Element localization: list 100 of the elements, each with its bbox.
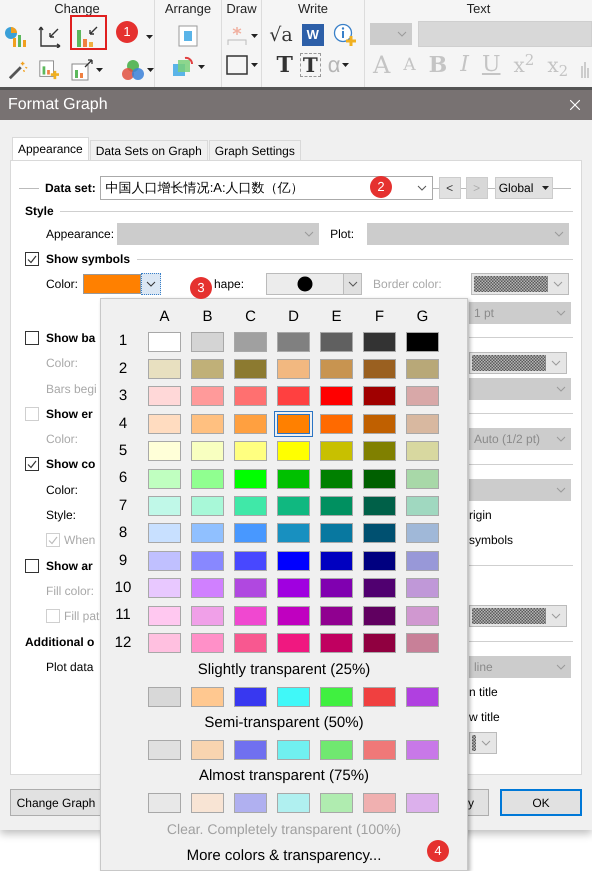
color-swatch[interactable] [406,606,439,626]
color-swatch[interactable] [277,441,310,462]
color-swatch[interactable] [148,468,181,489]
color-swatch[interactable] [320,468,353,489]
color-swatch[interactable] [191,359,224,380]
color-swatch[interactable] [320,414,353,434]
color-swatch[interactable] [406,740,439,760]
color-swatch[interactable] [148,332,181,352]
checkbox[interactable] [25,252,39,266]
color-swatch[interactable] [406,414,439,434]
axes-arrow-icon[interactable] [38,26,62,48]
color-swatch[interactable] [406,332,439,352]
shape-dropdown[interactable] [266,273,362,295]
color-swatch[interactable] [363,359,396,380]
tab[interactable]: Data Sets on Graph [90,140,208,160]
magic-wand-icon[interactable] [8,59,28,81]
color-dropdown[interactable] [469,605,567,628]
color-swatch[interactable] [320,332,353,352]
color-swatch[interactable] [191,606,224,626]
color-swatch[interactable] [363,496,396,516]
color-swatch[interactable] [191,332,224,352]
color-swatch[interactable] [277,386,310,406]
color-swatch[interactable] [406,792,439,813]
color-swatch[interactable] [234,386,267,406]
color-swatch[interactable] [320,441,353,462]
color-swatch[interactable] [363,386,396,406]
color-swatch[interactable] [406,468,439,489]
tab[interactable]: Graph Settings [208,140,301,160]
bar-chart-icon[interactable] [74,24,100,50]
color-swatch[interactable] [320,606,353,626]
color-swatch[interactable] [148,496,181,516]
color-swatch[interactable] [277,792,310,813]
color-swatch[interactable] [320,792,353,813]
checkbox[interactable] [25,558,39,573]
color-swatch[interactable] [191,550,224,571]
color-swatch[interactable] [277,496,310,516]
color-swatch[interactable] [277,468,310,489]
color-swatch[interactable] [234,523,267,544]
word-button[interactable]: W [302,24,324,46]
chart-resize-icon[interactable] [70,58,94,82]
color-swatch[interactable] [320,550,353,571]
color-swatch[interactable] [406,386,439,406]
color-swatch[interactable] [320,632,353,653]
color-swatch[interactable] [148,686,181,707]
color-swatch[interactable] [234,632,267,653]
color-swatch[interactable] [363,578,396,598]
color-swatch[interactable] [363,632,396,653]
color-swatch[interactable] [234,578,267,598]
color-swatch[interactable] [191,632,224,653]
previous-button[interactable]: < [438,177,461,199]
color-dropdown[interactable] [469,352,567,374]
color-swatch[interactable] [148,386,181,406]
color-swatch[interactable] [234,359,267,380]
color-swatch[interactable] [191,468,224,489]
color-swatch[interactable] [191,414,224,434]
dialog-button[interactable]: OK [500,789,582,816]
color-swatch[interactable] [234,468,267,489]
color-dropdown[interactable] [83,273,161,295]
color-swatch[interactable] [277,332,310,352]
color-swatch[interactable] [148,550,181,571]
more-colors-option[interactable]: More colors & transparency... [186,845,382,868]
color-swatch[interactable] [191,578,224,598]
color-swatch[interactable] [234,496,267,516]
color-swatch[interactable] [277,686,310,707]
color-swatch[interactable] [363,332,396,352]
color-swatch[interactable] [363,792,396,813]
color-swatch[interactable] [406,441,439,462]
text-box-button[interactable]: T [300,53,321,77]
color-swatch[interactable] [191,441,224,462]
color-swatch[interactable] [148,578,181,598]
color-swatch[interactable] [277,523,310,544]
color-swatch[interactable] [191,792,224,813]
color-swatch[interactable] [363,740,396,760]
info-icon[interactable] [332,23,357,47]
rectangle-icon[interactable] [226,55,248,75]
dialog-button[interactable]: Change Graph [10,789,102,816]
color-swatch[interactable] [363,468,396,489]
color-swatch[interactable] [148,792,181,813]
color-swatch[interactable] [234,792,267,813]
color-swatch[interactable] [277,606,310,626]
color-swatch[interactable] [277,550,310,571]
color-swatch[interactable] [277,359,310,380]
chart-add-icon[interactable] [38,58,60,82]
text-button[interactable]: T [276,52,293,78]
color-swatch[interactable] [363,686,396,707]
color-swatch[interactable] [148,523,181,544]
color-swatch[interactable] [363,523,396,544]
color-swatch[interactable] [320,359,353,380]
color-swatch[interactable] [234,686,267,707]
color-swatch[interactable] [148,740,181,760]
color-swatch[interactable] [191,386,224,406]
color-swatch[interactable] [406,496,439,516]
asterisk-icon[interactable] [226,25,248,47]
layers-icon[interactable] [171,56,195,78]
color-swatch[interactable] [320,740,353,760]
color-swatch[interactable] [363,550,396,571]
chart-icon[interactable] [4,26,26,48]
color-swatch[interactable] [277,578,310,598]
color-swatch[interactable] [277,740,310,760]
color-swatch[interactable] [191,523,224,544]
